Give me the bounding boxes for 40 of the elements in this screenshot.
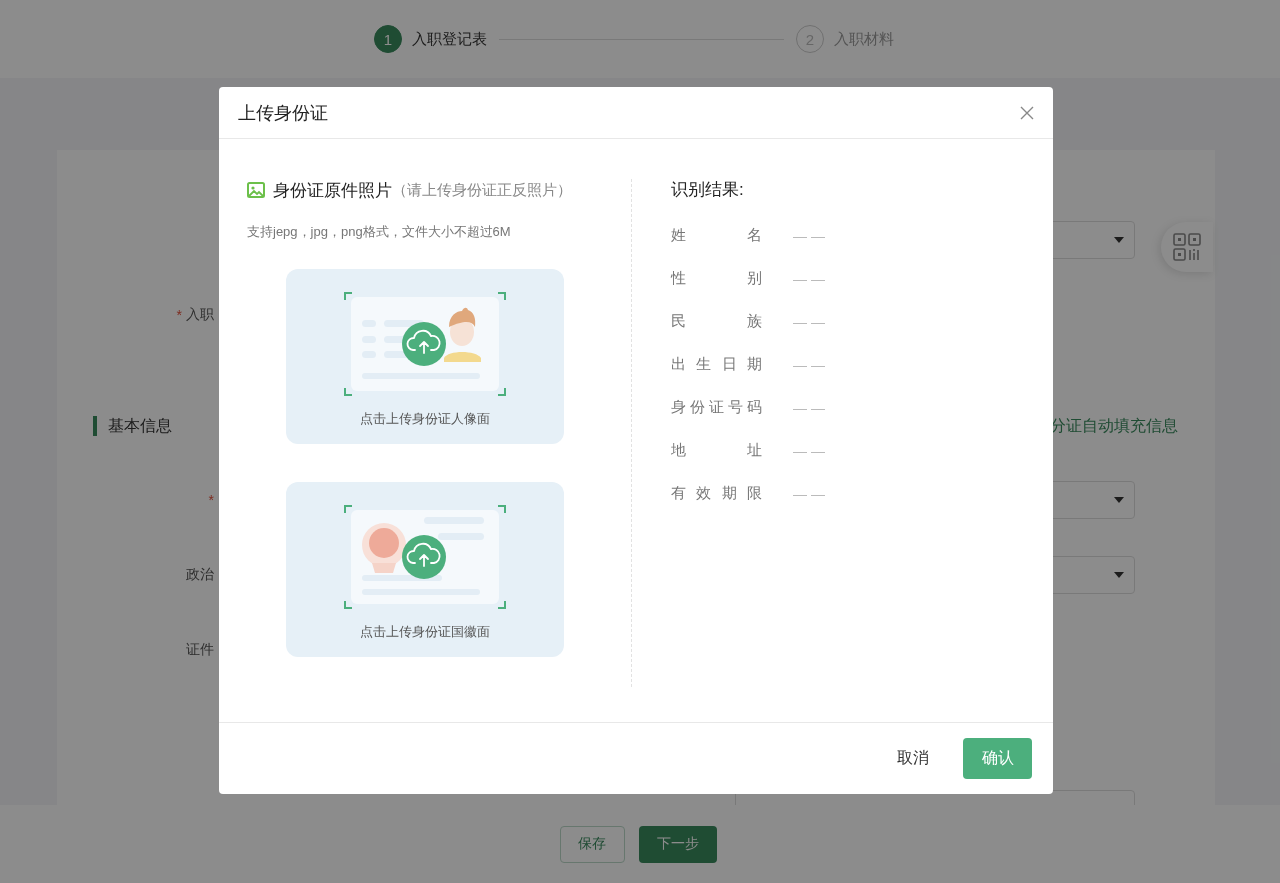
upload-title: 身份证原件照片 — [273, 179, 392, 202]
step-label: 入职登记表 — [412, 29, 487, 49]
save-button[interactable]: 保存 — [559, 825, 625, 863]
dialog-title: 上传身份证 — [238, 101, 328, 125]
upload-hint: （请上传身份证正反照片） — [392, 180, 572, 200]
caret-icon — [1114, 497, 1124, 503]
result-label: 民族 — [671, 312, 763, 331]
results-title: 识别结果: — [671, 179, 745, 201]
result-value: — — — [793, 442, 825, 459]
result-value: — — — [793, 313, 825, 330]
upload-area[interactable]: 点击上传身份证国徽面 — [286, 482, 564, 657]
result-label: 出生日期 — [671, 355, 763, 374]
result-value: — — — [793, 227, 825, 244]
result-label: 有效期限 — [671, 484, 763, 503]
confirm-button[interactable]: 确认 — [963, 738, 1032, 779]
required-mark: * — [208, 492, 214, 508]
result-label: 身份证号码 — [671, 398, 763, 417]
result-label: 姓名 — [671, 226, 763, 245]
cancel-button[interactable]: 取消 — [880, 738, 946, 779]
result-label: 地址 — [671, 441, 763, 460]
section-title: 基本信息 — [108, 415, 172, 436]
result-label: 性别 — [671, 269, 763, 288]
format-note: 支持jepg，jpg，png格式，文件大小不超过6M — [247, 223, 511, 241]
close-icon[interactable] — [1020, 105, 1034, 120]
caret-icon — [1114, 237, 1124, 243]
field-label: 入职 — [186, 306, 214, 324]
field-label: 政治 — [186, 566, 214, 584]
field-label: 证件 — [186, 641, 214, 659]
image-icon — [247, 182, 265, 198]
result-value: — — — [793, 399, 825, 416]
result-value: — — — [793, 485, 825, 502]
step-number: 1 — [374, 25, 402, 53]
qr-code-button[interactable] — [1161, 222, 1213, 272]
result-value: — — — [793, 356, 825, 373]
required-mark: * — [176, 307, 182, 323]
result-value: — — — [793, 270, 825, 287]
qr-code-icon — [1173, 233, 1201, 261]
next-button[interactable]: 下一步 — [638, 825, 717, 863]
upload-area[interactable]: 点击上传身份证人像面 — [286, 269, 564, 444]
caret-icon — [1114, 572, 1124, 578]
